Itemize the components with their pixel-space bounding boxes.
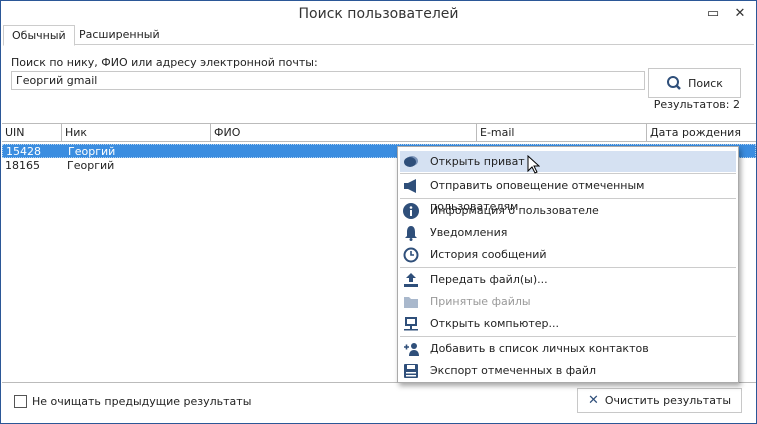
menu-separator <box>400 267 736 268</box>
chat-icon <box>404 156 418 167</box>
menu-item-send-files[interactable]: Передать файл(ы)... <box>400 269 736 290</box>
tab-basic[interactable]: Обычный <box>3 25 75 46</box>
window-title: Поиск пользователей <box>298 6 459 22</box>
menu-item-notifications[interactable]: Уведомления <box>400 222 736 243</box>
column-header-uin[interactable]: UIN <box>2 124 62 142</box>
cell-nick: Георгий <box>67 159 115 172</box>
search-button[interactable]: Поиск <box>648 68 741 98</box>
clock-icon <box>403 247 419 263</box>
keep-results-label: Не очищать предыдущие результаты <box>32 395 252 408</box>
tab-advanced[interactable]: Расширенный <box>71 25 168 45</box>
bell-icon <box>405 226 417 241</box>
add-user-icon <box>404 343 419 356</box>
menu-item-label: Экспорт отмеченных в файл <box>430 364 597 377</box>
close-icon: ✕ <box>734 6 746 21</box>
search-label: Поиск по нику, ФИО или адресу электронно… <box>11 56 318 69</box>
clear-results-label: Очистить результаты <box>604 394 732 407</box>
cell-uin: 15428 <box>6 145 41 158</box>
context-menu: Открыть приват Отправить оповещение отме… <box>397 146 739 383</box>
column-header-email[interactable]: E-mail <box>477 124 647 142</box>
search-icon <box>667 76 681 90</box>
menu-item-label: Информация о пользователе <box>430 204 599 217</box>
menu-item-label: Передать файл(ы)... <box>430 273 548 286</box>
menu-item-send-notification[interactable]: Отправить оповещение отмеченным пользова… <box>400 175 736 213</box>
maximize-icon: ▭ <box>706 6 720 21</box>
search-button-label: Поиск <box>688 76 723 90</box>
menu-item-label: Принятые файлы <box>430 295 531 308</box>
computer-icon <box>404 317 418 331</box>
save-icon <box>404 364 418 378</box>
menu-item-label: Открыть компьютер... <box>430 317 560 330</box>
mouse-cursor-icon <box>527 155 540 174</box>
search-input[interactable]: Георгий gmail <box>11 71 645 90</box>
menu-item-open-computer[interactable]: Открыть компьютер... <box>400 313 736 334</box>
maximize-button[interactable]: ▭ <box>705 6 721 22</box>
menu-item-user-info[interactable]: Информация о пользователе <box>400 200 736 221</box>
info-icon <box>403 203 419 219</box>
menu-item-received-files[interactable]: Принятые файлы <box>400 291 736 312</box>
cell-uin: 18165 <box>5 159 40 172</box>
upload-icon <box>404 273 418 287</box>
column-header-name[interactable]: ФИО <box>211 124 477 142</box>
menu-item-label: Добавить в список личных контактов <box>430 342 649 355</box>
menu-item-add-contact[interactable]: Добавить в список личных контактов <box>400 338 736 359</box>
cell-nick: Георгий <box>68 145 116 158</box>
tab-bar: Обычный Расширенный <box>3 25 754 46</box>
clear-results-button[interactable]: ✕ Очистить результаты <box>577 388 742 413</box>
menu-item-label: Уведомления <box>430 226 508 239</box>
keep-results-checkbox[interactable] <box>14 395 27 408</box>
menu-item-label: Открыть приват <box>430 155 525 168</box>
column-header-nick[interactable]: Ник <box>62 124 211 142</box>
folder-icon <box>404 297 418 308</box>
clear-icon: ✕ <box>587 393 599 408</box>
menu-item-open-private[interactable]: Открыть приват <box>400 151 736 172</box>
menu-separator <box>400 173 736 174</box>
column-header-birthdate[interactable]: Дата рождения <box>647 124 756 142</box>
megaphone-icon <box>404 179 416 193</box>
menu-item-label: История сообщений <box>430 248 547 261</box>
close-button[interactable]: ✕ <box>732 6 748 22</box>
menu-item-message-history[interactable]: История сообщений <box>400 244 736 265</box>
menu-separator <box>400 336 736 337</box>
menu-separator <box>400 198 736 199</box>
results-count: Результатов: 2 <box>653 98 740 111</box>
menu-item-export[interactable]: Экспорт отмеченных в файл <box>400 360 736 381</box>
